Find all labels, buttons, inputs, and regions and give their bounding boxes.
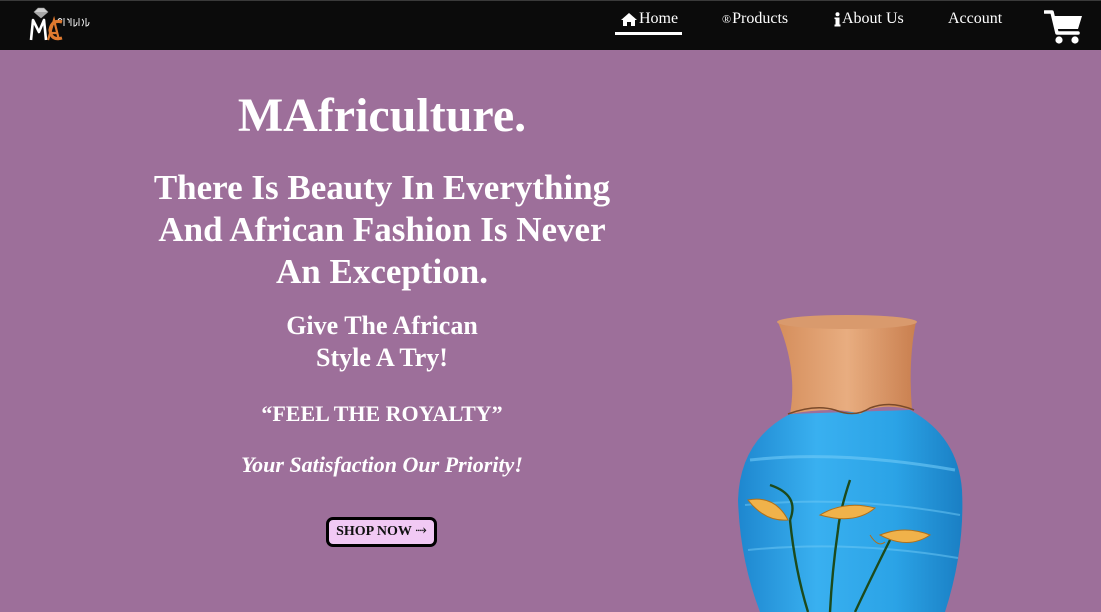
tagline-line: And African Fashion Is Never <box>158 210 606 249</box>
vase-image <box>738 315 963 612</box>
info-icon <box>834 11 841 26</box>
tagline-line: An Exception. <box>276 252 488 291</box>
shop-now-button[interactable]: SHOP NOW ⤑ <box>326 517 437 547</box>
nav-home-link[interactable]: Home <box>620 10 678 28</box>
top-navbar: Home ® Products About Us Account <box>0 0 1101 50</box>
try-line: Give The African <box>286 311 478 340</box>
home-icon <box>621 12 637 26</box>
brand-title: MAfriculture. <box>237 89 527 142</box>
shopping-cart-icon[interactable] <box>1044 9 1084 45</box>
hero-try-text: Give The African Style A Try! <box>122 310 642 374</box>
active-nav-underline <box>615 32 682 35</box>
brand-logo[interactable] <box>28 6 92 44</box>
registered-icon: ® <box>722 12 732 26</box>
royalty-slogan: “FEEL THE ROYALTY” <box>261 401 503 426</box>
nav-account-label: Account <box>948 10 1003 27</box>
nav-products-label: Products <box>732 10 789 27</box>
nav-home-label: Home <box>639 10 679 27</box>
nav-products-link[interactable]: ® Products <box>722 10 788 28</box>
nav-about-link[interactable]: About Us <box>834 10 904 28</box>
priority-slogan: Your Satisfaction Our Priority! <box>241 452 523 477</box>
try-line: Style A Try! <box>316 343 448 372</box>
tagline-line: There Is Beauty In Everything <box>153 168 611 207</box>
hero-tagline: There Is Beauty In Everything And Africa… <box>122 167 642 293</box>
page: Home ® Products About Us Account MAfricu… <box>0 0 1101 612</box>
nav-account-link[interactable]: Account <box>948 10 1002 28</box>
nav-about-label: About Us <box>842 10 904 27</box>
